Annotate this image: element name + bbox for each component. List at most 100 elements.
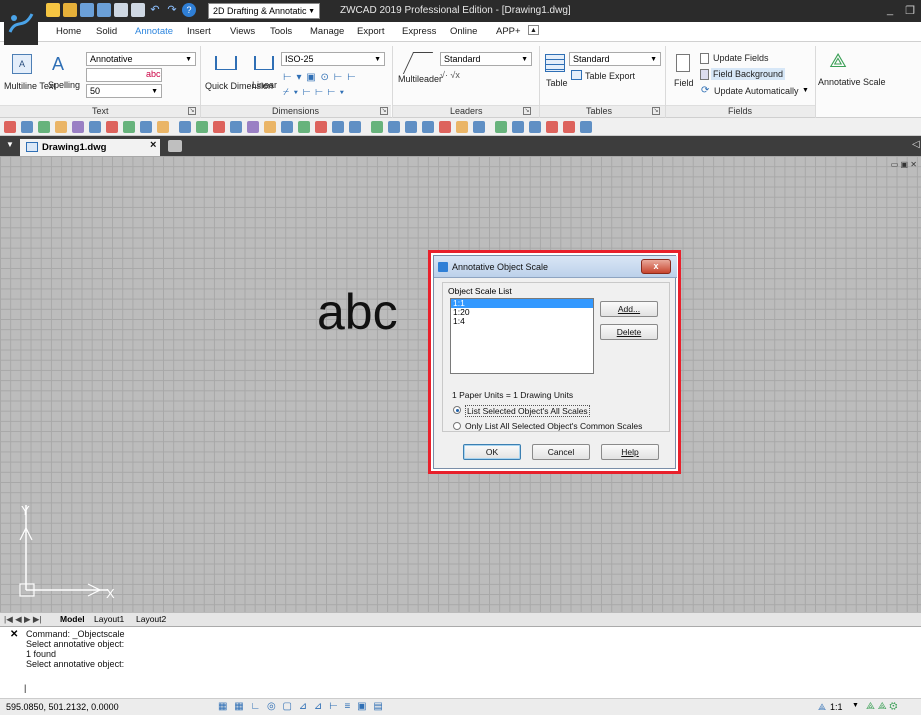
- workspace-select[interactable]: 2D Drafting & Annotatic ▼: [208, 3, 320, 19]
- toolbar-tool-icon[interactable]: [230, 121, 242, 133]
- toolbar-tool-icon[interactable]: [55, 121, 67, 133]
- tab-manage[interactable]: Manage: [310, 26, 344, 37]
- toolbar-tool-icon[interactable]: [422, 121, 434, 133]
- add-button[interactable]: Add...: [600, 301, 658, 317]
- find-text-icon[interactable]: abc: [146, 69, 161, 79]
- tab-tools[interactable]: Tools: [270, 26, 292, 37]
- toolbar-tool-icon[interactable]: [563, 121, 575, 133]
- table-button[interactable]: Table: [546, 78, 568, 88]
- help-icon[interactable]: ?: [182, 3, 196, 17]
- toolbar-tool-icon[interactable]: [388, 121, 400, 133]
- toolbar-tool-icon[interactable]: [123, 121, 135, 133]
- app-logo-icon[interactable]: [4, 1, 38, 45]
- toolbar-tool-icon[interactable]: [247, 121, 259, 133]
- toolbar-tool-icon[interactable]: [529, 121, 541, 133]
- toolbar-tool-icon[interactable]: [21, 121, 33, 133]
- spelling-button[interactable]: Spelling: [48, 80, 80, 90]
- toolbar-tool-icon[interactable]: [512, 121, 524, 133]
- linear-dimension-icon[interactable]: [254, 56, 274, 70]
- status-tray-icons[interactable]: ⟁ ⟁ ⚙: [866, 701, 898, 712]
- drafting-settings-icons[interactable]: ▦ ▦ ∟ ◎ ▢ ⊿ ⊿ ⊢ ≡ ▣ ▤: [218, 701, 385, 712]
- toolbar-tool-icon[interactable]: [196, 121, 208, 133]
- restore-button[interactable]: ❐: [905, 4, 915, 17]
- save-icon[interactable]: [80, 3, 94, 17]
- ribbon-toggle-icon[interactable]: ▲: [528, 25, 539, 35]
- save-as-icon[interactable]: [97, 3, 111, 17]
- document-tab[interactable]: Drawing1.dwg: [20, 139, 160, 156]
- leader-style-select[interactable]: Standard ▼: [440, 52, 532, 66]
- plot-preview-icon[interactable]: [131, 3, 145, 17]
- toolbar-tool-icon[interactable]: [213, 121, 225, 133]
- help-button[interactable]: Help: [601, 444, 659, 460]
- dimension-style-select[interactable]: ISO-25 ▼: [281, 52, 385, 66]
- toolbar-tool-icon[interactable]: [140, 121, 152, 133]
- dimensions-launcher-icon[interactable]: ↘: [380, 107, 388, 115]
- toolbar-tool-icon[interactable]: [281, 121, 293, 133]
- menu-icon[interactable]: ▼: [6, 140, 14, 149]
- text-style-select[interactable]: Annotative ▼: [86, 52, 196, 66]
- radio-list-all-scales-label[interactable]: List Selected Object's All Scales: [465, 405, 590, 417]
- tab-export[interactable]: Export: [357, 26, 384, 37]
- command-input[interactable]: |: [24, 683, 26, 693]
- table-export-button[interactable]: Table Export: [585, 71, 635, 81]
- print-icon[interactable]: [114, 3, 128, 17]
- tab-layout2[interactable]: Layout2: [136, 614, 166, 624]
- toolbar-tool-icon[interactable]: [106, 121, 118, 133]
- tab-solid[interactable]: Solid: [96, 26, 117, 37]
- field-button[interactable]: Field: [674, 78, 694, 88]
- toolbar-tool-icon[interactable]: [349, 121, 361, 133]
- new-icon[interactable]: [46, 3, 60, 17]
- spelling-icon[interactable]: A: [52, 54, 64, 75]
- tab-online[interactable]: Online: [450, 26, 477, 37]
- table-icon[interactable]: [545, 54, 565, 72]
- list-item[interactable]: 1:1: [451, 299, 593, 308]
- text-height-select[interactable]: 50 ▼: [86, 84, 162, 98]
- toolbar-tool-icon[interactable]: [264, 121, 276, 133]
- quick-dimension-icon[interactable]: [215, 56, 237, 70]
- text-launcher-icon[interactable]: ↘: [188, 107, 196, 115]
- redo-icon[interactable]: ↷: [165, 3, 179, 17]
- leaders-launcher-icon[interactable]: ↘: [523, 107, 531, 115]
- multileader-icon[interactable]: [402, 52, 434, 74]
- toolbar-tool-icon[interactable]: [495, 121, 507, 133]
- scale-listbox[interactable]: 1:1 1:20 1:4: [450, 298, 594, 374]
- annotation-scale-value[interactable]: 1:1: [830, 702, 843, 712]
- toolbar-tool-icon[interactable]: [371, 121, 383, 133]
- radio-common-scales[interactable]: [453, 422, 461, 430]
- table-style-select[interactable]: Standard ▼: [569, 52, 661, 66]
- multileader-button[interactable]: Multileader: [398, 74, 442, 84]
- toolbar-tool-icon[interactable]: [546, 121, 558, 133]
- toolbar-tool-icon[interactable]: [456, 121, 468, 133]
- radio-list-all-scales[interactable]: [453, 406, 461, 414]
- radio-common-scales-label[interactable]: Only List All Selected Object's Common S…: [465, 421, 642, 431]
- toolbar-tool-icon[interactable]: [473, 121, 485, 133]
- tables-launcher-icon[interactable]: ↘: [652, 107, 660, 115]
- dialog-title-bar[interactable]: Annotative Object Scale x: [434, 256, 677, 278]
- update-fields-button[interactable]: Update Fields: [713, 53, 769, 63]
- delete-button[interactable]: Delete: [600, 324, 658, 340]
- multiline-text-icon[interactable]: A: [12, 54, 32, 74]
- toolbar-tool-icon[interactable]: [439, 121, 451, 133]
- tab-model[interactable]: Model: [60, 614, 85, 624]
- new-tab-icon[interactable]: [168, 140, 182, 152]
- tab-express[interactable]: Express: [402, 26, 436, 37]
- minimize-button[interactable]: _: [887, 4, 893, 17]
- tab-nav-arrows[interactable]: |◀ ◀ ▶ ▶|: [4, 614, 42, 625]
- annotative-scale-button[interactable]: Annotative Scale: [818, 78, 886, 87]
- toolbar-tool-icon[interactable]: [179, 121, 191, 133]
- close-icon[interactable]: ✕: [10, 629, 18, 640]
- toolbar-tool-icon[interactable]: [72, 121, 84, 133]
- tab-app-plus[interactable]: APP+: [496, 26, 521, 37]
- dialog-close-button[interactable]: x: [641, 259, 671, 274]
- field-icon[interactable]: [676, 54, 690, 72]
- toolbar-tool-icon[interactable]: [315, 121, 327, 133]
- chevron-down-icon[interactable]: ▼: [852, 702, 859, 709]
- drawing-text-object[interactable]: abc: [317, 283, 398, 341]
- tab-layout1[interactable]: Layout1: [94, 614, 124, 624]
- annotative-scale-icon[interactable]: ⟁: [826, 50, 850, 76]
- ok-button[interactable]: OK: [463, 444, 521, 460]
- tab-views[interactable]: Views: [230, 26, 255, 37]
- leader-tools-icons[interactable]: √· √x: [440, 70, 460, 80]
- dimension-tools-icons[interactable]: ⊢ ▾ ▣ ⊙ ⊢ ⊢ ⌿ ▾ ⊢ ⊢ ⊢ ▾: [283, 70, 383, 102]
- toolbar-tool-icon[interactable]: [332, 121, 344, 133]
